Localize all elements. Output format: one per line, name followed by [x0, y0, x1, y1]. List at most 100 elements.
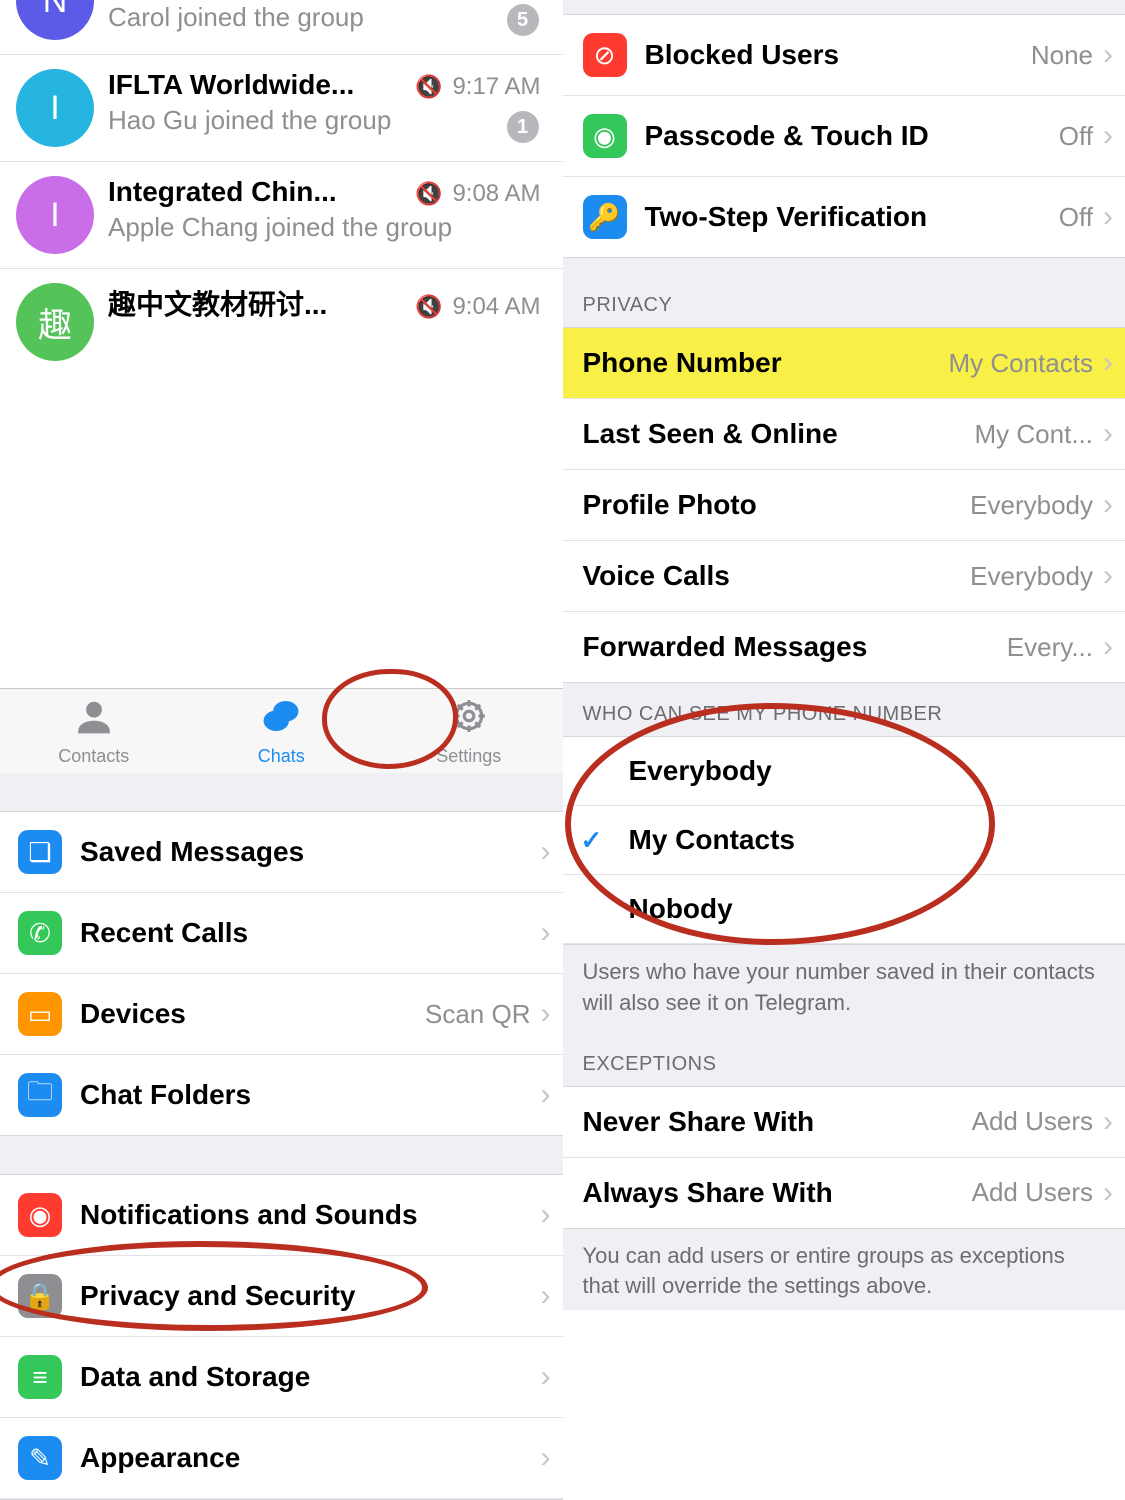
avatar-letter: I — [50, 89, 59, 128]
cell-label: Voice Calls — [583, 560, 971, 592]
chevron-right-icon: › — [1103, 38, 1113, 72]
chevron-right-icon: › — [1103, 119, 1113, 153]
cell-label: Blocked Users — [627, 39, 1031, 71]
cell-recent-calls[interactable]: ✆ Recent Calls › — [0, 893, 563, 974]
settings-group-1: ❏ Saved Messages › ✆ Recent Calls › ▭ De… — [0, 811, 563, 1136]
tab-label: Contacts — [58, 746, 129, 767]
chat-row[interactable]: N NCLC/CLTA SIG... 9:33 AM Carol joined … — [0, 0, 563, 55]
chat-row[interactable]: I IFLTA Worldwide... 🔇 9:17 AM Hao Gu jo… — [0, 55, 563, 162]
chat-row[interactable]: I Integrated Chin... 🔇 9:08 AM Apple Cha… — [0, 162, 563, 269]
avatar-letter: N — [43, 0, 68, 21]
chevron-right-icon: › — [541, 1198, 551, 1232]
tab-label: Settings — [436, 746, 501, 767]
cell-value: Off — [1059, 121, 1093, 152]
section-header-exceptions: EXCEPTIONS — [563, 1047, 1125, 1086]
cell-two-step-verification[interactable]: 🔑 Two-Step Verification Off › — [563, 177, 1125, 257]
chat-list[interactable]: N NCLC/CLTA SIG... 9:33 AM Carol joined … — [0, 0, 563, 688]
cell-always-share[interactable]: Always Share With Add Users › — [563, 1158, 1125, 1228]
cell-forwarded-messages[interactable]: Forwarded Messages Every... › — [563, 612, 1125, 682]
cell-value: Off — [1059, 202, 1093, 233]
tab-settings[interactable]: Settings — [399, 697, 539, 767]
key-icon: 🔑 — [583, 195, 627, 239]
chat-subtitle: Hao Gu joined the group — [108, 105, 541, 136]
cell-passcode-touchid[interactable]: ◉ Passcode & Touch ID Off › — [563, 96, 1125, 177]
section-header-who: WHO CAN SEE MY PHONE NUMBER — [563, 683, 1125, 736]
option-label: Everybody — [583, 755, 1114, 787]
option-label: My Contacts — [583, 824, 1114, 856]
cell-saved-messages[interactable]: ❏ Saved Messages › — [0, 812, 563, 893]
mute-icon: 🔇 — [415, 74, 442, 100]
chevron-right-icon: › — [1103, 346, 1113, 380]
chat-bubbles-icon — [262, 697, 300, 742]
settings-group-2: ◉ Notifications and Sounds › 🔒 Privacy a… — [0, 1174, 563, 1500]
checkmark-icon: ✓ — [581, 825, 603, 856]
gear-icon — [450, 697, 488, 742]
cell-label: Saved Messages — [62, 836, 537, 868]
cell-label: Data and Storage — [62, 1361, 537, 1393]
bookmark-icon: ❏ — [18, 830, 62, 874]
avatar: 趣 — [16, 283, 94, 361]
phone-icon: ✆ — [18, 911, 62, 955]
cell-voice-calls[interactable]: Voice Calls Everybody › — [563, 541, 1125, 612]
tab-chats[interactable]: Chats — [211, 697, 351, 767]
cell-value: Add Users — [972, 1106, 1093, 1137]
avatar: N — [16, 0, 94, 40]
chevron-right-icon: › — [1103, 417, 1113, 451]
option-my-contacts[interactable]: ✓ My Contacts — [563, 806, 1125, 875]
cell-chat-folders[interactable]: 🗀 Chat Folders › — [0, 1055, 563, 1135]
privacy-group: Phone Number My Contacts › Last Seen & O… — [563, 327, 1125, 683]
cell-label: Phone Number — [583, 347, 949, 379]
cell-blocked-users[interactable]: ⊘ Blocked Users None › — [563, 15, 1125, 96]
exceptions-group: Never Share With Add Users › Always Shar… — [563, 1086, 1125, 1229]
chevron-right-icon: › — [541, 1441, 551, 1475]
left-column: N NCLC/CLTA SIG... 9:33 AM Carol joined … — [0, 0, 563, 1500]
cell-privacy-security[interactable]: 🔒 Privacy and Security › — [0, 1256, 563, 1337]
chat-time: 9:08 AM — [452, 180, 540, 208]
security-group: ⊘ Blocked Users None › ◉ Passcode & Touc… — [563, 14, 1125, 258]
chevron-right-icon: › — [541, 997, 551, 1031]
cell-value: My Contacts — [949, 348, 1094, 379]
mute-icon: 🔇 — [415, 294, 442, 320]
mute-icon: 🔇 — [415, 181, 442, 207]
chevron-right-icon: › — [1103, 630, 1113, 664]
tab-contacts[interactable]: Contacts — [24, 697, 164, 767]
folder-icon: 🗀 — [18, 1073, 62, 1117]
cell-label: Passcode & Touch ID — [627, 120, 1059, 152]
cell-never-share[interactable]: Never Share With Add Users › — [563, 1087, 1125, 1158]
cell-label: Notifications and Sounds — [62, 1199, 537, 1231]
chevron-right-icon: › — [1103, 1176, 1113, 1210]
option-nobody[interactable]: Nobody — [563, 875, 1125, 944]
cell-label: Two-Step Verification — [627, 201, 1059, 233]
cell-phone-number[interactable]: Phone Number My Contacts › — [563, 328, 1125, 399]
who-options-group: Everybody ✓ My Contacts Nobody — [563, 736, 1125, 945]
cell-notifications-sounds[interactable]: ◉ Notifications and Sounds › — [0, 1175, 563, 1256]
chat-subtitle: Carol joined the group — [108, 2, 541, 33]
cell-value: Everybody — [970, 561, 1093, 592]
chat-time: 9:04 AM — [452, 293, 540, 321]
cell-value: Scan QR — [425, 999, 531, 1030]
cell-label: Profile Photo — [583, 489, 971, 521]
cell-appearance[interactable]: ✎ Appearance › — [0, 1418, 563, 1499]
chat-title: IFLTA Worldwide... — [108, 69, 409, 101]
chevron-right-icon: › — [541, 1279, 551, 1313]
option-everybody[interactable]: Everybody — [563, 737, 1125, 806]
cell-value: Every... — [1007, 632, 1093, 663]
cell-data-storage[interactable]: ≡ Data and Storage › — [0, 1337, 563, 1418]
cell-last-seen[interactable]: Last Seen & Online My Cont... › — [563, 399, 1125, 470]
chat-title: 趣中文教材研讨... — [108, 283, 409, 323]
section-spacer — [563, 0, 1125, 14]
chat-subtitle: Apple Chang joined the group — [108, 212, 541, 243]
block-icon: ⊘ — [583, 33, 627, 77]
cell-label: Chat Folders — [62, 1079, 537, 1111]
cell-value: None — [1031, 40, 1093, 71]
chat-row[interactable]: 趣 趣中文教材研讨... 🔇 9:04 AM — [0, 269, 563, 375]
cell-label: Appearance — [62, 1442, 537, 1474]
cell-label: Never Share With — [583, 1106, 972, 1138]
chevron-right-icon: › — [541, 916, 551, 950]
fingerprint-icon: ◉ — [583, 114, 627, 158]
database-icon: ≡ — [18, 1355, 62, 1399]
cell-profile-photo[interactable]: Profile Photo Everybody › — [563, 470, 1125, 541]
cell-devices[interactable]: ▭ Devices Scan QR › — [0, 974, 563, 1055]
person-icon — [75, 697, 113, 742]
chat-time: 9:17 AM — [452, 73, 540, 101]
